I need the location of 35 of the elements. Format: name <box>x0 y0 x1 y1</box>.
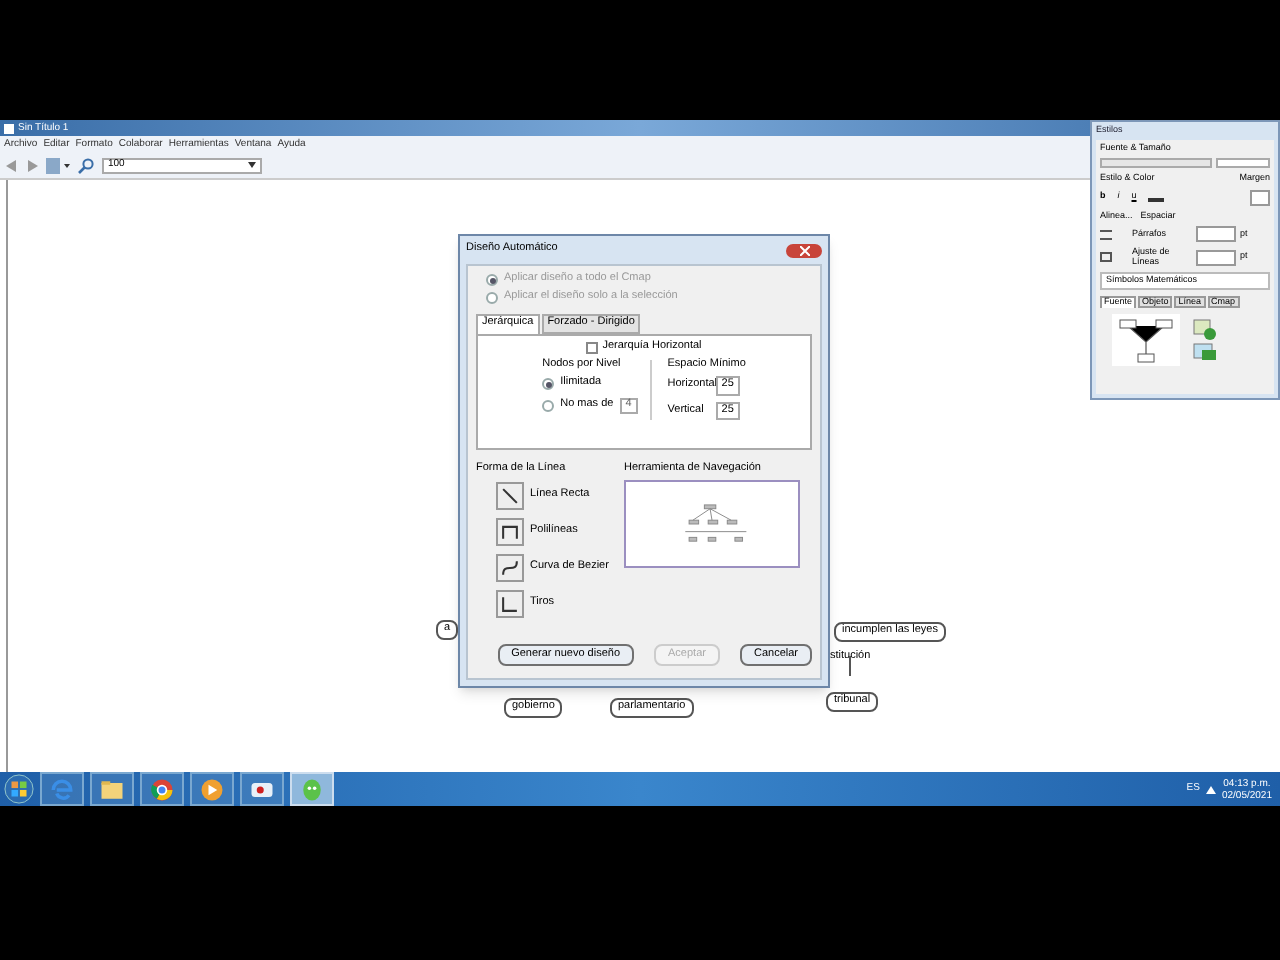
line-style-icon <box>498 484 522 508</box>
node-preview-drawing <box>1112 314 1180 366</box>
zoom-icon[interactable] <box>78 157 94 173</box>
text-color-icon[interactable] <box>1148 192 1165 202</box>
line-shape-button[interactable] <box>496 554 524 582</box>
radio-button[interactable] <box>542 399 555 412</box>
start-button[interactable] <box>4 774 34 804</box>
paragraph-field[interactable] <box>1196 226 1236 242</box>
line-shape-button[interactable] <box>496 518 524 546</box>
taskbar-app-icon[interactable] <box>140 772 184 806</box>
size-dropdown[interactable] <box>1215 158 1270 168</box>
margin-field[interactable] <box>1250 189 1270 205</box>
add-style-icon[interactable] <box>1192 318 1216 362</box>
line-style-icon <box>498 556 522 580</box>
line-style-icon <box>498 520 522 544</box>
taskbar-app-icon[interactable] <box>240 772 284 806</box>
connector-line <box>848 656 852 676</box>
radio-button[interactable] <box>542 378 555 390</box>
taskbar-app-icon[interactable] <box>90 772 134 806</box>
line-fit-field[interactable] <box>1196 249 1236 265</box>
checkbox[interactable] <box>586 341 599 353</box>
forward-icon[interactable] <box>26 159 38 171</box>
line-shape-button[interactable] <box>496 482 524 510</box>
align-icon[interactable] <box>1100 252 1112 262</box>
close-icon <box>799 245 809 255</box>
close-button[interactable] <box>786 243 822 257</box>
align-icon[interactable] <box>1100 229 1112 239</box>
layout-icon[interactable] <box>46 157 70 173</box>
line-style-icon <box>498 592 522 616</box>
caret-icon <box>248 162 256 168</box>
tray-arrow-icon[interactable] <box>1205 785 1216 793</box>
line-shape-button[interactable] <box>496 590 524 618</box>
app-icon <box>4 123 14 133</box>
taskbar-app-icon[interactable] <box>190 772 234 806</box>
back-icon[interactable] <box>6 159 18 171</box>
